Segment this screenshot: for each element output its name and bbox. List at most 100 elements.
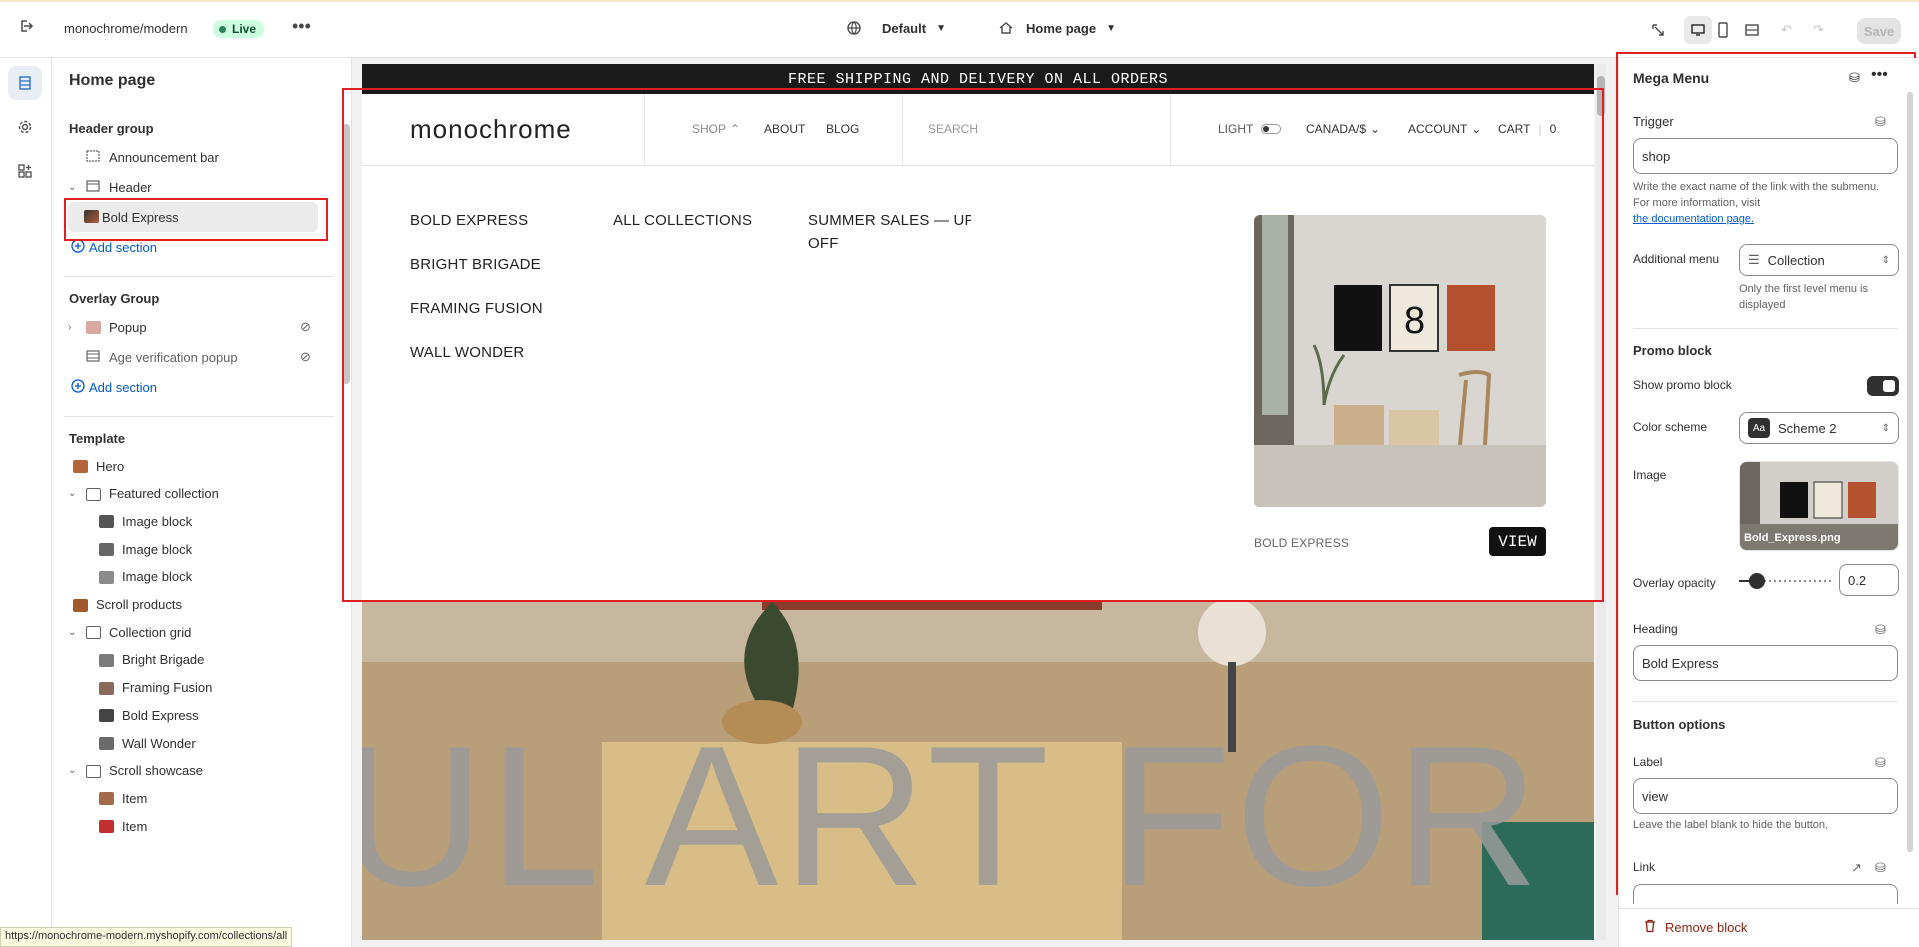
trigger-help: For more information, visit xyxy=(1633,197,1761,209)
mega-link[interactable]: WALL WONDER xyxy=(410,344,524,361)
overlay-opacity-input[interactable]: 0.2 xyxy=(1839,564,1899,596)
sidebar-item-template[interactable]: Item xyxy=(52,811,342,841)
hero-heading: UL ART FOR TH xyxy=(362,705,1594,928)
documentation-link[interactable]: the documentation page. xyxy=(1633,212,1754,227)
overlay-opacity-thumb[interactable] xyxy=(1749,573,1766,589)
sidebar-item-label: Image block xyxy=(122,541,193,557)
redo-icon: ↷ xyxy=(1813,22,1824,37)
mega-link[interactable]: ALL COLLECTIONS xyxy=(613,212,752,229)
store-logo[interactable]: monochrome xyxy=(410,114,572,145)
sidebar-item-header[interactable]: ⌄ Header xyxy=(52,172,342,202)
save-button[interactable]: Save xyxy=(1857,18,1901,44)
dynamic-source-icon[interactable]: ⛁ xyxy=(1875,114,1886,130)
chevron-down-icon[interactable]: ⌄ xyxy=(68,627,76,638)
more-actions-button[interactable]: ••• xyxy=(292,16,311,37)
dynamic-source-icon[interactable]: ⛁ xyxy=(1875,622,1886,638)
preview-scrollbar[interactable] xyxy=(1596,64,1606,940)
sidebar-item-label: Age verification popup xyxy=(109,349,238,365)
image-thumb-icon xyxy=(84,210,99,223)
heading-input[interactable]: Bold Express xyxy=(1633,645,1898,681)
sidebar-item-template[interactable]: ⌄ Scroll showcase xyxy=(52,756,342,786)
overlay-opacity-track[interactable] xyxy=(1739,573,1831,589)
chevron-down-icon[interactable]: ⌄ xyxy=(68,765,76,776)
mega-link[interactable]: FRAMING FUSION xyxy=(410,300,543,317)
divider xyxy=(1170,94,1171,166)
promo-image[interactable]: 8 xyxy=(1254,215,1546,507)
dynamic-source-icon[interactable]: ⛁ xyxy=(1875,860,1886,876)
sidebar-scrollbar[interactable] xyxy=(342,124,350,384)
cart-link[interactable]: CART | 0 xyxy=(1498,122,1556,136)
sidebar-item-template[interactable]: Hero xyxy=(52,451,342,481)
exit-icon xyxy=(18,18,34,34)
additional-menu-select[interactable]: ☰ Collection ⇕ xyxy=(1739,244,1899,276)
add-section-button-overlay[interactable]: Add section xyxy=(52,372,342,402)
rail-apps-button[interactable] xyxy=(8,154,42,188)
desktop-view-button[interactable] xyxy=(1684,16,1712,44)
sidebar-item-bold-express-block[interactable]: Bold Express xyxy=(68,202,318,232)
nav-blog[interactable]: BLOG xyxy=(826,122,859,136)
ellipsis-icon[interactable]: ••• xyxy=(1871,66,1888,84)
external-link-icon[interactable]: ↗ xyxy=(1851,860,1862,876)
add-section-button-header[interactable]: Add section xyxy=(52,232,342,262)
sidebar-item-template[interactable]: Image block xyxy=(52,534,342,564)
theme-light-toggle[interactable]: LIGHT xyxy=(1218,122,1282,136)
image-thumb-icon xyxy=(99,820,114,834)
image-thumb-icon xyxy=(73,460,88,473)
exit-button[interactable] xyxy=(18,18,34,34)
sidebar-item-age-verification[interactable]: Age verification popup ⊘ xyxy=(52,342,342,372)
fullscreen-view-button[interactable] xyxy=(1744,22,1760,38)
show-promo-toggle[interactable] xyxy=(1867,376,1899,396)
eye-hidden-icon[interactable]: ⊘ xyxy=(300,349,311,365)
sidebar-title: Home page xyxy=(69,72,156,89)
eye-hidden-icon[interactable]: ⊘ xyxy=(300,319,311,335)
account-menu[interactable]: ACCOUNT ⌄ xyxy=(1408,122,1481,136)
dynamic-source-icon[interactable]: ⛁ xyxy=(1849,70,1860,86)
sidebar-item-template[interactable]: Image block xyxy=(52,562,342,592)
mobile-view-button[interactable] xyxy=(1717,22,1729,38)
mega-link[interactable]: BOLD EXPRESS xyxy=(410,212,528,229)
sidebar-item-template[interactable]: Wall Wonder xyxy=(52,728,342,758)
sidebar-item-label: Wall Wonder xyxy=(122,735,196,751)
nav-about[interactable]: ABOUT xyxy=(764,122,805,136)
mega-link[interactable]: BRIGHT BRIGADE xyxy=(410,256,541,273)
theme-select-label: Default xyxy=(882,20,927,36)
sidebar-item-template[interactable]: Scroll products xyxy=(52,590,342,620)
undo-button[interactable]: ↶ xyxy=(1781,22,1792,38)
remove-block-button[interactable]: Remove block xyxy=(1643,919,1747,936)
settings-scrollbar[interactable] xyxy=(1907,92,1913,852)
sections-icon xyxy=(17,75,33,91)
page-select[interactable]: Home page ▼ xyxy=(998,20,1116,36)
divider xyxy=(64,416,334,417)
sidebar-item-template[interactable]: Framing Fusion xyxy=(52,673,342,703)
rail-sections-button[interactable] xyxy=(8,66,42,100)
promo-view-button[interactable]: VIEW xyxy=(1489,527,1546,556)
section-icon xyxy=(86,150,100,165)
redo-button[interactable]: ↷ xyxy=(1813,22,1824,38)
sidebar-item-template[interactable]: Bright Brigade xyxy=(52,645,342,675)
sidebar-item-template[interactable]: Bold Express xyxy=(52,700,342,730)
mega-link[interactable]: SUMMER SALES — UP TO 5 xyxy=(808,212,971,229)
link-input[interactable] xyxy=(1633,884,1898,904)
button-label-input[interactable]: view xyxy=(1633,778,1898,814)
search-field[interactable]: SEARCH xyxy=(928,122,978,136)
currency-select[interactable]: CANADA/$ ⌄ xyxy=(1306,122,1380,136)
sidebar-item-template[interactable]: Image block xyxy=(52,506,342,536)
theme-select[interactable]: Default ▼ xyxy=(846,20,946,36)
rail-settings-button[interactable] xyxy=(8,110,42,144)
nav-shop[interactable]: SHOP ⌃ xyxy=(692,122,740,136)
sidebar-item-popup[interactable]: › Popup ⊘ xyxy=(52,312,342,342)
image-picker[interactable]: Bold_Express.png xyxy=(1739,461,1899,551)
chevron-down-icon[interactable]: ⌄ xyxy=(68,488,76,499)
inspector-button[interactable] xyxy=(1650,22,1666,38)
sidebar-item-template[interactable]: Item xyxy=(52,783,342,813)
color-scheme-select[interactable]: Aa Scheme 2 ⇕ xyxy=(1739,412,1899,444)
trigger-input[interactable]: shop xyxy=(1633,138,1898,174)
template-heading: Template xyxy=(69,431,126,446)
dynamic-source-icon[interactable]: ⛁ xyxy=(1875,755,1886,771)
sidebar-item-template[interactable]: ⌄ Collection grid xyxy=(52,617,342,647)
section-icon xyxy=(86,626,101,640)
image-thumb-icon xyxy=(86,321,101,334)
sidebar-item-announcement-bar[interactable]: Announcement bar xyxy=(52,142,342,172)
sidebar-item-template[interactable]: ⌄ Featured collection xyxy=(52,479,342,509)
remove-block-label: Remove block xyxy=(1665,920,1748,935)
